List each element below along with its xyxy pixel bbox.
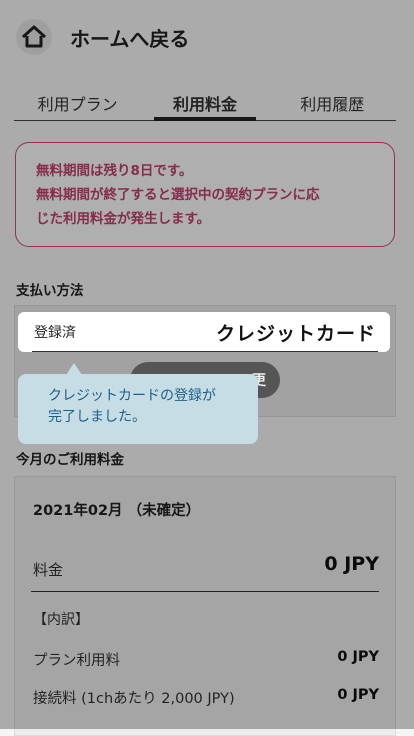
payment-underline bbox=[32, 351, 378, 352]
registration-complete-tooltip[interactable]: クレジットカードの登録が 完了しました。 bbox=[18, 363, 258, 444]
payment-status-label: 登録済 bbox=[34, 325, 76, 341]
tooltip-line-2: 完了しました。 bbox=[48, 409, 146, 425]
payment-method-value: クレジットカード bbox=[215, 323, 376, 345]
tooltip-line-1: クレジットカードの登録が bbox=[48, 388, 216, 404]
tooltip-arrow bbox=[66, 363, 82, 375]
payment-method-card: 登録済 クレジットカード bbox=[18, 312, 390, 352]
